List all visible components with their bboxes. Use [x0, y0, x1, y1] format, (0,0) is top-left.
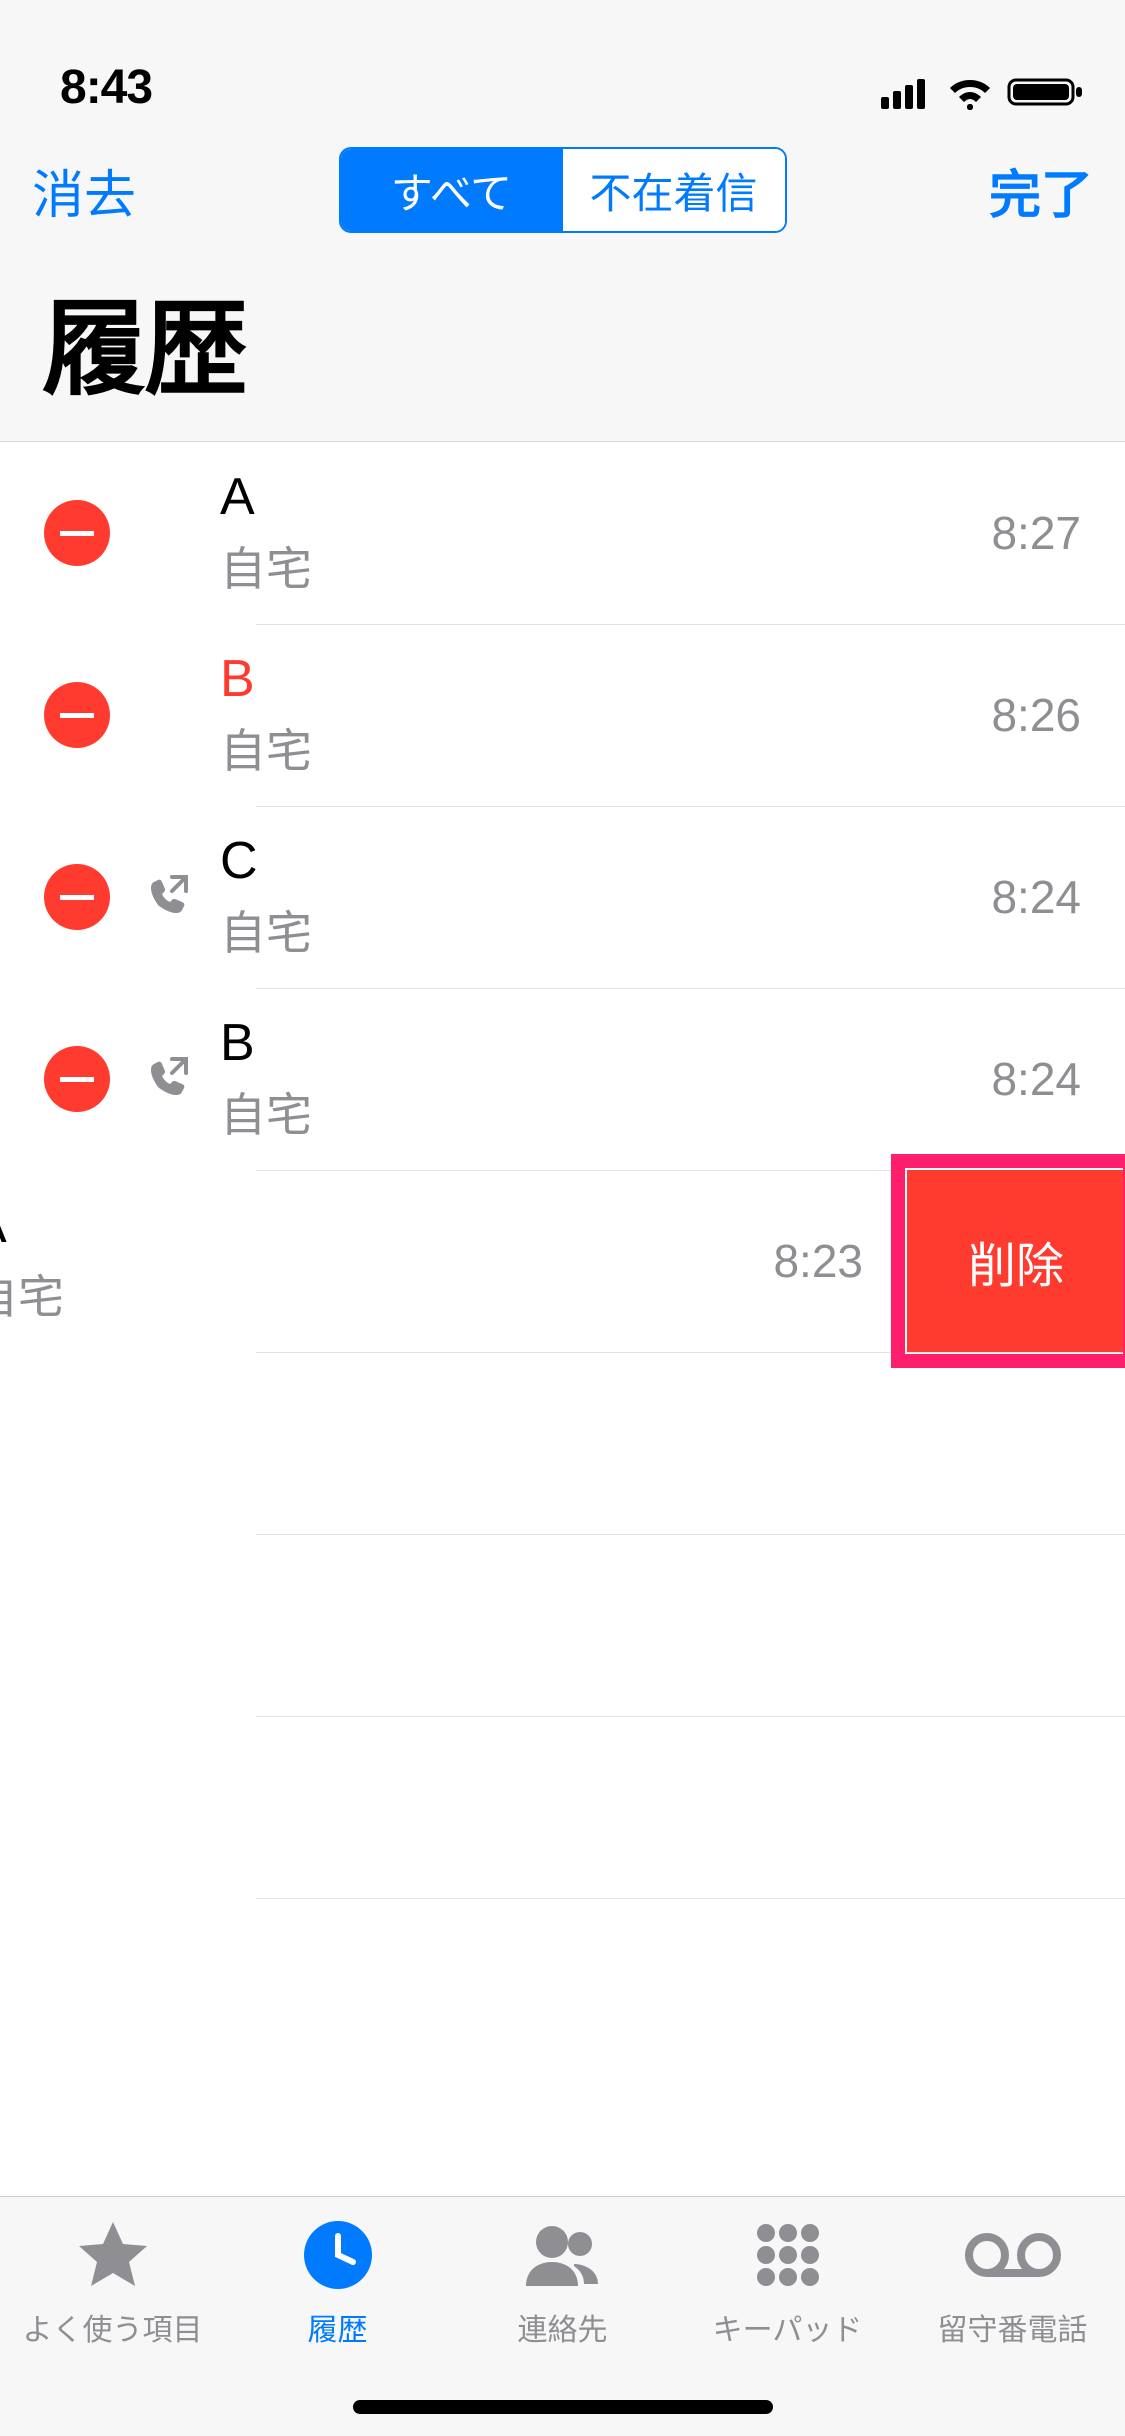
tab-label: よく使う項目 [23, 2305, 203, 2349]
contact-sub: 自宅 [220, 715, 312, 781]
contact-sub: 自宅 [0, 1261, 64, 1327]
contact-name: C [220, 831, 312, 891]
list-item[interactable]: C 自宅 8:24 [0, 806, 1125, 988]
delete-indicator-icon[interactable] [44, 1046, 110, 1112]
contact-sub: 自宅 [220, 533, 312, 599]
empty-row [256, 1352, 1125, 1534]
battery-icon [1007, 74, 1085, 115]
contact-name: B [220, 649, 312, 709]
cellular-icon [881, 75, 933, 114]
call-time: 8:27 [991, 506, 1125, 560]
call-time: 8:23 [773, 1234, 907, 1288]
status-time: 8:43 [60, 60, 152, 115]
tab-label: キーパッド [713, 2305, 863, 2349]
empty-row [256, 1534, 1125, 1716]
recents-list: A 自宅 8:27 B 自宅 8:26 [0, 441, 1125, 2196]
list-item[interactable]: A 自宅 8:27 [0, 442, 1125, 624]
segmented-control[interactable]: すべて 不在着信 [339, 147, 787, 233]
tab-voicemail[interactable]: 留守番電話 [900, 2197, 1125, 2436]
contact-sub: 自宅 [220, 897, 312, 963]
contact-name: A [220, 467, 312, 527]
empty-row [256, 1716, 1125, 1898]
list-item[interactable]: A 自宅 8:23 削除 [0, 1170, 1125, 1352]
done-button[interactable]: 完了 [989, 153, 1093, 228]
delete-button[interactable]: 削除 [907, 1170, 1125, 1352]
tab-label: 留守番電話 [938, 2305, 1088, 2349]
star-icon [74, 2215, 152, 2295]
list-item[interactable]: B 自宅 8:24 [0, 988, 1125, 1170]
call-type-slot [110, 873, 190, 922]
call-time: 8:26 [991, 688, 1125, 742]
voicemail-icon [963, 2215, 1063, 2295]
status-bar: 8:43 [0, 0, 1125, 130]
keypad-icon [751, 2215, 825, 2295]
contact-sub: 自宅 [220, 1079, 312, 1145]
segment-all[interactable]: すべて [341, 149, 563, 231]
contact-name: B [220, 1013, 312, 1073]
clear-button[interactable]: 消去 [32, 153, 136, 228]
tab-label: 連絡先 [518, 2305, 608, 2349]
contacts-icon [518, 2215, 608, 2295]
tab-favorites[interactable]: よく使う項目 [0, 2197, 225, 2436]
delete-indicator-icon[interactable] [44, 500, 110, 566]
wifi-icon [945, 74, 995, 115]
status-indicators [881, 74, 1085, 115]
segment-missed[interactable]: 不在着信 [563, 149, 785, 231]
empty-row [256, 1898, 1125, 2080]
contact-name: A [0, 1195, 64, 1255]
tab-label: 履歴 [308, 2305, 368, 2349]
outgoing-call-icon [146, 1055, 190, 1104]
page-title: 履歴 [0, 250, 1125, 441]
clock-icon [301, 2215, 375, 2295]
call-time: 8:24 [991, 870, 1125, 924]
home-indicator[interactable] [353, 2400, 773, 2414]
call-time: 8:24 [991, 1052, 1125, 1106]
nav-bar: 消去 すべて 不在着信 完了 [0, 130, 1125, 250]
list-item[interactable]: B 自宅 8:26 [0, 624, 1125, 806]
call-type-slot [110, 1055, 190, 1104]
outgoing-call-icon [146, 873, 190, 922]
delete-indicator-icon[interactable] [44, 864, 110, 930]
delete-indicator-icon[interactable] [44, 682, 110, 748]
